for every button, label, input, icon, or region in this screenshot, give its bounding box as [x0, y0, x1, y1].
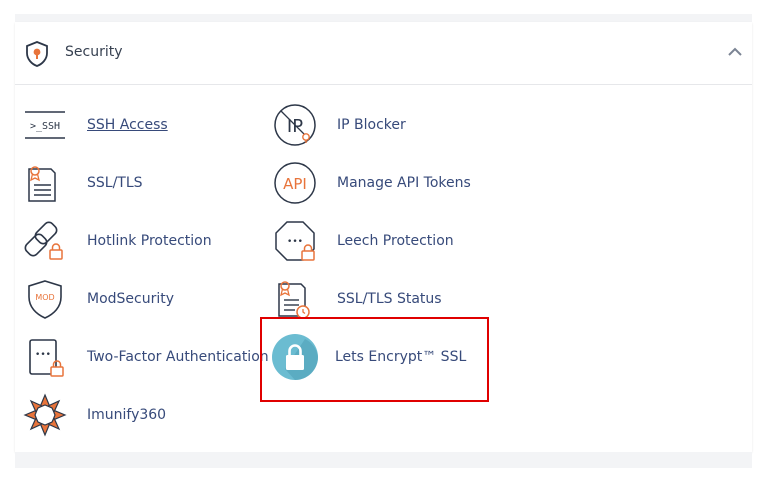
- imunify360-icon: [23, 393, 67, 437]
- ssh-access-label: SSH Access: [87, 117, 168, 133]
- leech-dots-icon-text: •••: [287, 237, 303, 247]
- modsecurity-label: ModSecurity: [87, 291, 175, 307]
- leech-protection-label: Leech Protection: [337, 233, 454, 249]
- page-top-strip: [15, 14, 752, 22]
- modsecurity-link[interactable]: MOD ModSecurity: [23, 277, 174, 321]
- manage-api-tokens-link[interactable]: API Manage API Tokens: [273, 161, 471, 205]
- two-factor-auth-icon: •••: [29, 339, 64, 377]
- ssl-tls-link[interactable]: SSL/TLS: [23, 161, 143, 205]
- mod-icon-text: MOD: [35, 293, 54, 302]
- ip-icon-text: IP: [287, 116, 303, 137]
- ssh-terminal-icon: >_SSH: [25, 111, 65, 139]
- ssh-access-link[interactable]: >_SSH SSH Access: [23, 103, 168, 147]
- api-tokens-icon: API: [274, 162, 316, 204]
- imunify360-link[interactable]: Imunify360: [23, 393, 166, 437]
- hotlink-chain-lock-icon: [24, 221, 63, 260]
- ssl-tls-label: SSL/TLS: [87, 175, 143, 191]
- certificate-icon: [28, 166, 56, 202]
- security-section-header[interactable]: Security: [15, 22, 752, 85]
- ssl-status-icon: [278, 281, 310, 319]
- ssl-tls-status-link[interactable]: SSL/TLS Status: [273, 277, 442, 321]
- manage-api-tokens-label: Manage API Tokens: [337, 175, 471, 191]
- two-factor-authentication-label: Two-Factor Authentication: [87, 349, 269, 365]
- ip-blocker-label: IP Blocker: [337, 117, 406, 133]
- ssl-tls-status-label: SSL/TLS Status: [337, 291, 442, 307]
- dots-icon-text: •••: [35, 350, 51, 360]
- section-title: Security: [65, 44, 123, 60]
- api-icon-text: API: [283, 175, 307, 193]
- two-factor-authentication-link[interactable]: ••• Two-Factor Authentication: [23, 335, 269, 379]
- ssh-icon-text: >_SSH: [30, 121, 60, 132]
- hotlink-protection-link[interactable]: Hotlink Protection: [23, 219, 212, 263]
- modsecurity-shield-icon: MOD: [28, 280, 62, 319]
- shield-icon: [26, 41, 48, 67]
- ip-blocker-icon: IP: [274, 104, 316, 146]
- imunify360-label: Imunify360: [87, 407, 167, 423]
- ip-blocker-link[interactable]: IP IP Blocker: [273, 103, 406, 147]
- page-bottom-strip: [15, 452, 752, 468]
- leech-protection-link[interactable]: ••• Leech Protection: [273, 219, 454, 263]
- chevron-up-icon[interactable]: [727, 46, 743, 58]
- highlight-box: [260, 317, 489, 402]
- hotlink-protection-label: Hotlink Protection: [87, 233, 212, 249]
- leech-protection-icon: •••: [275, 221, 315, 261]
